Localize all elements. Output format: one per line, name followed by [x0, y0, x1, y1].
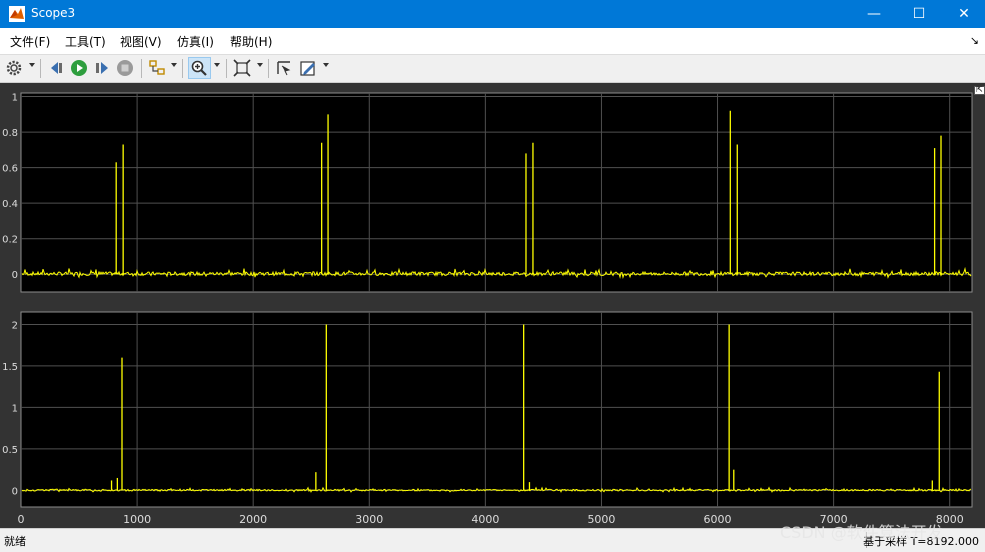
menu-file[interactable]: 文件(F): [10, 33, 50, 50]
upper-axes[interactable]: 0 0.2 0.4 0.6 0.8 1: [2, 92, 973, 293]
dock-arrow-icon[interactable]: ↘: [970, 34, 979, 47]
maximize-button[interactable]: ☐: [896, 0, 942, 28]
plot-background: [20, 92, 973, 293]
y-tick-label: 0.6: [2, 164, 18, 175]
x-tick-label: 2000: [239, 513, 267, 526]
stop-icon[interactable]: [116, 59, 134, 77]
y-tick-label: 0.4: [2, 199, 18, 210]
x-tick-label: 4000: [471, 513, 499, 526]
y-tick-label: 1.5: [2, 362, 18, 373]
fit-to-view-icon[interactable]: [233, 59, 251, 77]
x-tick-label: 6000: [704, 513, 732, 526]
close-button[interactable]: ✕: [941, 0, 985, 28]
toolbar-separator: [182, 59, 183, 78]
toolbar-separator: [40, 59, 41, 78]
y-tick-label: 0: [12, 486, 18, 497]
gear-icon[interactable]: [5, 59, 23, 77]
toolbar: [0, 55, 985, 83]
y-tick-label: 0.5: [2, 445, 18, 456]
cursor-measure-icon[interactable]: [275, 59, 293, 77]
menu-tools[interactable]: 工具(T): [65, 33, 106, 50]
y-tick-label: 0.2: [2, 235, 18, 246]
step-back-icon[interactable]: [48, 59, 66, 77]
undock-icon[interactable]: ⇱: [974, 86, 985, 95]
window-title: Scope3: [31, 6, 76, 20]
chevron-down-icon[interactable]: [29, 63, 35, 67]
x-tick-label: 5000: [587, 513, 615, 526]
x-tick-label: 3000: [355, 513, 383, 526]
toolbar-separator: [226, 59, 227, 78]
menu-help[interactable]: 帮助(H): [230, 33, 272, 50]
style-edit-icon[interactable]: [299, 59, 317, 77]
step-forward-icon[interactable]: [93, 59, 111, 77]
plot-background: [20, 311, 973, 508]
x-tick-label: 1000: [123, 513, 151, 526]
scope-plots[interactable]: 0 0.2 0.4 0.6 0.8 1 0 0.5 1 1.5 2 0 1000 2000 3000 400…: [0, 83, 985, 528]
title-bar: Scope3 — ☐ ✕: [0, 0, 985, 28]
y-tick-label: 2: [12, 320, 18, 331]
chevron-down-icon[interactable]: [214, 63, 220, 67]
chevron-down-icon[interactable]: [257, 63, 263, 67]
chevron-down-icon[interactable]: [171, 63, 177, 67]
toolbar-separator: [268, 59, 269, 78]
chevron-down-icon[interactable]: [323, 63, 329, 67]
matlab-app-icon: [9, 6, 25, 22]
zoom-in-icon[interactable]: [190, 59, 208, 77]
toolbar-separator: [141, 59, 142, 78]
y-tick-label: 0.8: [2, 128, 18, 139]
y-tick-label: 1: [12, 93, 18, 104]
watermark: CSDN @软件算法开发: [780, 523, 943, 542]
signal-select-icon[interactable]: [148, 59, 166, 77]
x-tick-label: 0: [18, 513, 25, 526]
run-icon[interactable]: [70, 59, 88, 77]
minimize-button[interactable]: —: [851, 0, 897, 28]
menu-bar: 文件(F) 工具(T) 视图(V) 仿真(I) 帮助(H) ↘: [0, 28, 985, 55]
scope-figure: 0 0.2 0.4 0.6 0.8 1 0 0.5 1 1.5 2 0 1000 2000 3000 400…: [0, 83, 985, 528]
y-tick-label: 1: [12, 403, 18, 414]
menu-simulation[interactable]: 仿真(I): [177, 33, 214, 50]
y-tick-label: 0: [12, 270, 18, 281]
status-ready: 就绪: [4, 535, 26, 548]
lower-axes[interactable]: 00.511.520 1000 2000 3000 4000 5000 6000 7000 80…: [2, 311, 973, 526]
menu-view[interactable]: 视图(V): [120, 33, 162, 50]
